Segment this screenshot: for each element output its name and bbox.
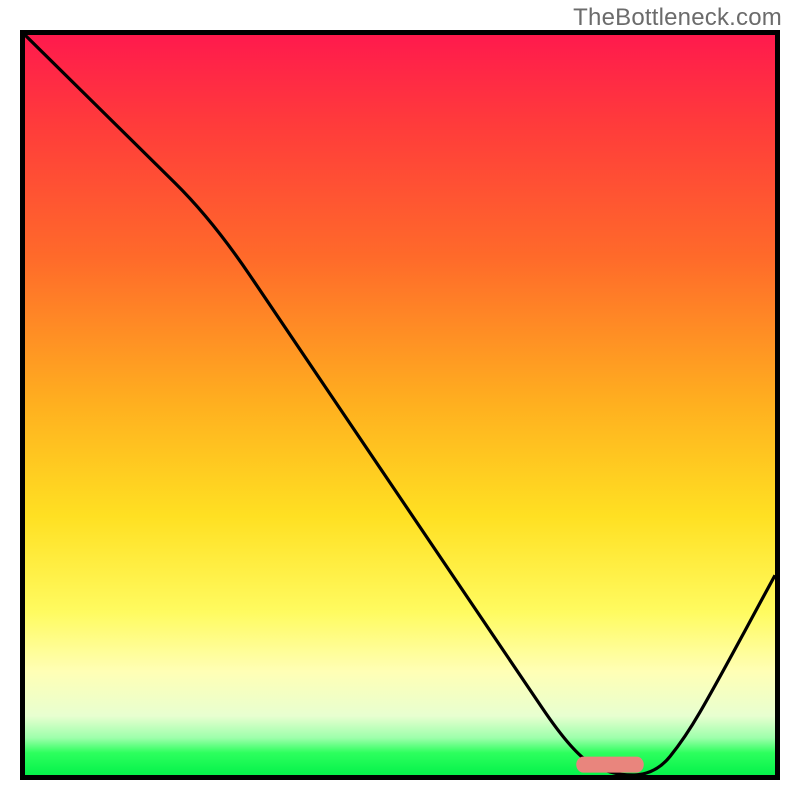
bottleneck-curve — [25, 35, 775, 775]
curve-layer — [25, 35, 775, 775]
bottleneck-chart: TheBottleneck.com — [0, 0, 800, 800]
plot-area — [20, 30, 780, 780]
watermark-text: TheBottleneck.com — [573, 4, 782, 32]
optimal-pill — [576, 757, 644, 773]
